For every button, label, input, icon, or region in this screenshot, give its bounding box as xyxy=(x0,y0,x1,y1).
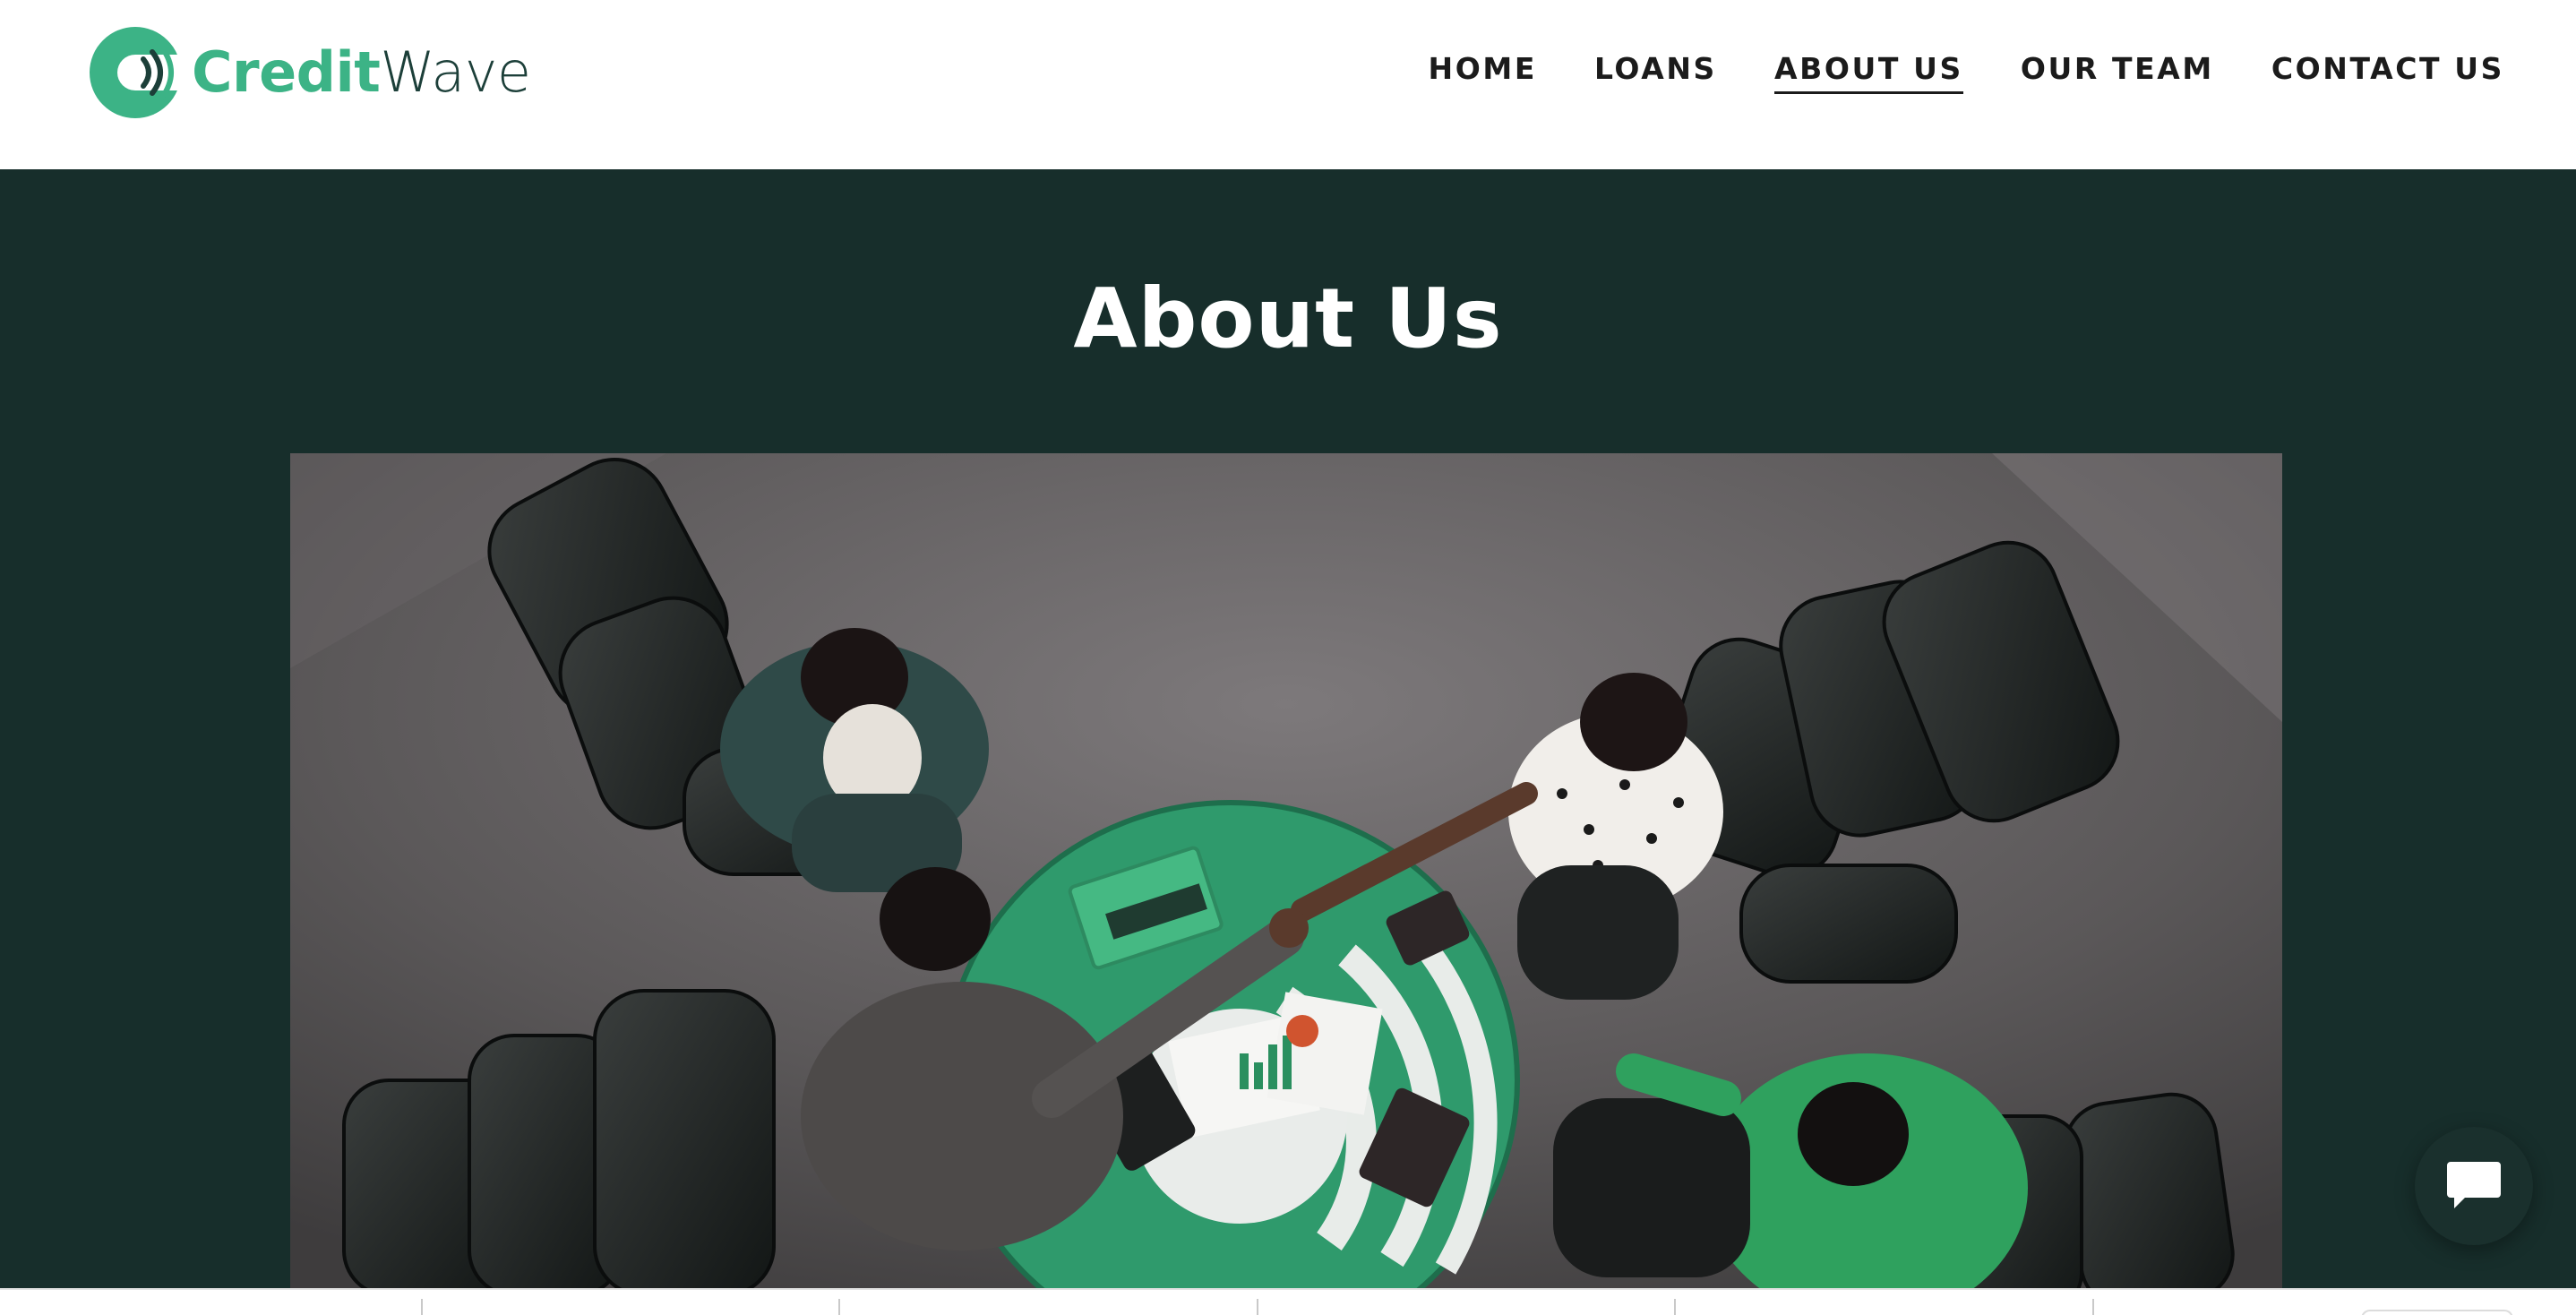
nav-loans[interactable]: LOANS xyxy=(1594,51,1717,94)
nav-contact-us[interactable]: CONTACT US xyxy=(2271,51,2504,94)
strip-tab[interactable] xyxy=(2361,1310,2513,1315)
creditwave-logo-icon xyxy=(90,27,183,118)
brand-name-credit: Credit xyxy=(192,39,381,105)
bottom-strip xyxy=(0,1288,2576,1315)
strip-divider xyxy=(2092,1299,2094,1315)
nav-about-us[interactable]: ABOUT US xyxy=(1773,51,1963,94)
chat-bubble-icon xyxy=(2447,1162,2501,1208)
strip-divider xyxy=(838,1299,840,1315)
brand-name: CreditWave xyxy=(192,45,531,100)
strip-divider xyxy=(1674,1299,1676,1315)
site-header: CreditWave HOME LOANS ABOUT US OUR TEAM … xyxy=(0,0,2576,169)
brand-logo[interactable]: CreditWave xyxy=(88,25,531,120)
main-nav: HOME LOANS ABOUT US OUR TEAM CONTACT US xyxy=(1429,51,2504,94)
team-meeting-photo xyxy=(290,453,2282,1290)
strip-divider xyxy=(1257,1299,1258,1315)
about-hero-section: About Us xyxy=(0,169,2576,1290)
meeting-illustration xyxy=(290,453,2282,1290)
nav-our-team[interactable]: OUR TEAM xyxy=(2021,51,2214,94)
strip-divider xyxy=(421,1299,423,1315)
chat-button[interactable] xyxy=(2415,1127,2533,1245)
nav-home[interactable]: HOME xyxy=(1429,51,1537,94)
page-title: About Us xyxy=(1073,271,1503,366)
brand-name-wave: Wave xyxy=(380,39,531,105)
